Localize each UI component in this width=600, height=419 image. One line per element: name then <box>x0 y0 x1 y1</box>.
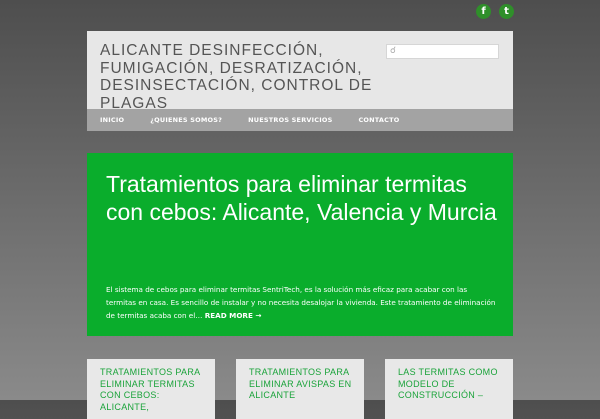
search-icon: ☌ <box>390 46 397 56</box>
post-card-title[interactable]: Tratamientos para eliminar avispas en Al… <box>249 367 359 402</box>
post-card-title[interactable]: Las termitas como modelo de construcción… <box>398 367 508 402</box>
featured-post: Tratamientos para eliminar termitas con … <box>87 153 513 336</box>
main-nav: Inicio ¿Quienes somos? Nuestros servicio… <box>87 109 513 131</box>
featured-post-title[interactable]: Tratamientos para eliminar termitas con … <box>106 170 501 226</box>
nav-item-nuestros-servicios[interactable]: Nuestros servicios <box>235 116 345 124</box>
post-card-title[interactable]: Tratamientos para eliminar termitas con … <box>100 367 210 413</box>
twitter-icon[interactable]: t <box>499 4 514 19</box>
excerpt-text: El sistema de cebos para eliminar termit… <box>106 285 496 320</box>
search-box: ☌ <box>386 44 499 59</box>
post-card: Las termitas como modelo de construcción… <box>385 359 513 419</box>
nav-item-inicio[interactable]: Inicio <box>87 116 137 124</box>
site-title[interactable]: Alicante Desinfección, Fumigación, Desra… <box>100 42 380 112</box>
nav-item-contacto[interactable]: Contacto <box>345 116 412 124</box>
facebook-icon[interactable]: f <box>476 4 491 19</box>
featured-post-excerpt: El sistema de cebos para eliminar termit… <box>106 283 498 322</box>
post-card: Tratamientos para eliminar termitas con … <box>87 359 215 419</box>
site-header: Alicante Desinfección, Fumigación, Desra… <box>87 31 513 112</box>
post-card: Tratamientos para eliminar avispas en Al… <box>236 359 364 419</box>
nav-item-quienes-somos[interactable]: ¿Quienes somos? <box>137 116 235 124</box>
social-links: f t <box>476 4 514 19</box>
read-more-link[interactable]: READ MORE → <box>205 311 262 320</box>
search-input[interactable] <box>401 45 497 58</box>
